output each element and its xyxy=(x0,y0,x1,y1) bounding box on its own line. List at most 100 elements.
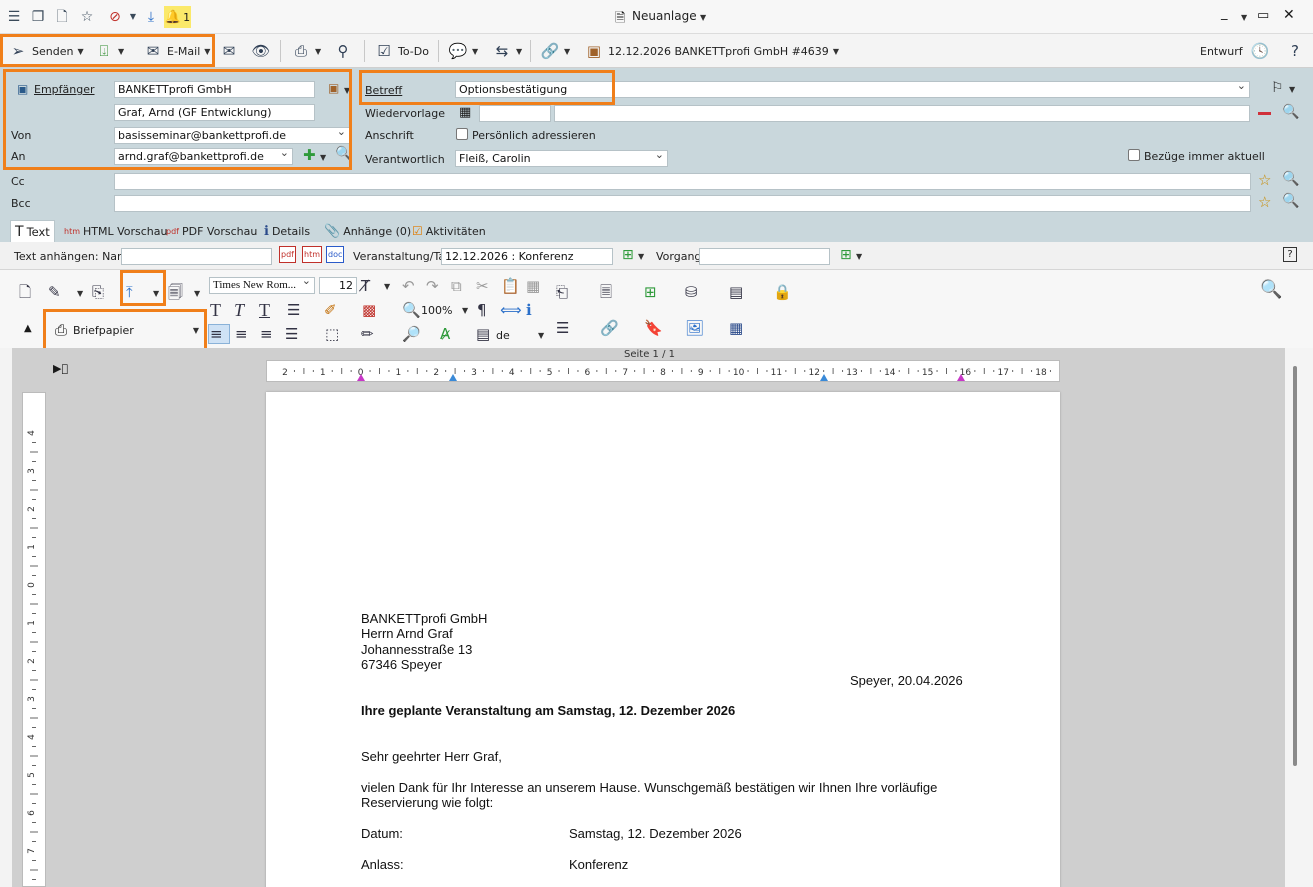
contact-card-icon[interactable]: ▣ xyxy=(17,82,28,96)
followup-note-field[interactable] xyxy=(554,105,1250,122)
to-select[interactable]: arnd.graf@bankettprofi.de xyxy=(114,148,293,165)
highlight-icon[interactable]: ✐ xyxy=(324,300,337,320)
preview-button[interactable]: 👁 xyxy=(251,39,271,63)
format-brush-icon[interactable]: ✏ xyxy=(361,324,374,344)
vertical-ruler[interactable]: 4 3 2 1 0 1 2 3 4 5 6 7 xyxy=(22,392,46,887)
justify-icon[interactable]: ☰ xyxy=(285,324,298,344)
add-grid-icon[interactable]: ⊞ xyxy=(622,247,634,263)
border-icon[interactable]: ⬚ xyxy=(325,324,339,344)
help-button[interactable]: ? xyxy=(1285,39,1305,63)
chevron-down-icon[interactable]: ▼ xyxy=(124,8,142,26)
zoom-value[interactable]: 100% xyxy=(421,304,452,317)
compass-icon[interactable]: ⊘ xyxy=(106,8,124,26)
bcc-field[interactable] xyxy=(114,195,1251,212)
letterhead-select[interactable]: ⎙ Briefpapier ▼ xyxy=(47,315,205,345)
recipient-label[interactable]: Empfänger xyxy=(34,83,95,96)
chevron-down-icon[interactable]: ▼ xyxy=(638,252,644,261)
chevron-down-icon[interactable]: ▼ xyxy=(462,306,468,315)
chevron-down-icon[interactable]: ▼ xyxy=(1289,85,1295,94)
save-button[interactable]: ⍗ ▼ xyxy=(94,39,124,63)
underline-icon[interactable]: T xyxy=(259,300,270,320)
find-icon[interactable]: 🔎 xyxy=(402,324,421,344)
responsible-select[interactable]: Fleiß, Carolin xyxy=(455,150,668,167)
calendar-icon[interactable]: ▦ xyxy=(459,105,471,120)
table-icon[interactable]: ▦ xyxy=(729,318,743,338)
tab-activities[interactable]: ☑ Aktivitäten xyxy=(408,220,490,242)
hyperlink-icon[interactable]: 🔗 xyxy=(600,318,619,338)
todo-button[interactable]: ☑ To-Do xyxy=(374,39,429,63)
new-document-icon[interactable]: 🗋 xyxy=(19,282,31,302)
html-icon[interactable]: htm xyxy=(302,246,322,263)
info-icon[interactable]: ℹ xyxy=(526,300,532,320)
font-size-field[interactable]: 12 xyxy=(319,277,357,294)
restore-icon[interactable]: ▭ xyxy=(1257,8,1269,23)
tab-pdf-preview[interactable]: pdf PDF Vorschau xyxy=(162,220,261,242)
cc-field[interactable] xyxy=(114,173,1251,190)
attach-name-field[interactable] xyxy=(121,248,272,265)
schedule-button[interactable]: 🕓 xyxy=(1250,39,1270,63)
select-all-icon[interactable]: ▦ xyxy=(526,276,540,296)
download-icon[interactable]: ⤓ xyxy=(142,8,160,26)
paste-icon[interactable]: 📋 xyxy=(501,276,520,296)
title-dropdown-icon[interactable]: ▼ xyxy=(700,13,706,22)
personal-checkbox[interactable] xyxy=(456,128,468,140)
bookmark-icon[interactable]: 🔖 xyxy=(644,318,663,338)
document-page[interactable]: BANKETTprofi GmbH Herrn Arnd Graf Johann… xyxy=(266,392,1060,887)
recent-doc-icon[interactable]: 🗋 xyxy=(53,8,71,26)
chevron-down-icon[interactable]: ▼ xyxy=(153,289,159,298)
forward-button[interactable]: ⇆ ▼ xyxy=(492,39,522,63)
color-icon[interactable]: ▩ xyxy=(362,300,376,320)
import-icon[interactable]: ⎘ xyxy=(92,282,104,302)
event-field[interactable]: 12.12.2026 : Konferenz xyxy=(441,248,613,265)
list-table-icon[interactable]: ▤ xyxy=(729,282,743,302)
link-button[interactable]: 🔗 ▼ xyxy=(540,39,571,63)
chevron-down-icon[interactable]: ▼ xyxy=(344,86,350,95)
font-name-select[interactable]: Times New Rom... xyxy=(209,277,315,294)
remove-icon[interactable] xyxy=(1258,112,1271,115)
chevron-down-icon[interactable]: ▼ xyxy=(384,282,390,291)
followup-date-field[interactable] xyxy=(479,105,551,122)
subject-field[interactable]: Optionsbestätigung xyxy=(455,81,1250,98)
favorites-icon[interactable]: ☆ xyxy=(78,8,96,26)
comment-button[interactable]: 💬 ▼ xyxy=(448,39,479,63)
from-select[interactable]: basisseminar@bankettprofi.de xyxy=(114,127,350,144)
windows-icon[interactable]: ❐ xyxy=(29,8,47,26)
flag-icon[interactable]: ⚐ xyxy=(1271,80,1284,96)
star-icon[interactable]: ☆ xyxy=(1258,193,1271,211)
edit-document-icon[interactable]: ✎ xyxy=(48,282,61,302)
collapse-icon[interactable]: ▲ xyxy=(24,323,32,334)
chevron-down-icon[interactable]: ▼ xyxy=(538,331,544,340)
recipient-person-field[interactable]: Graf, Arnd (GF Entwicklung) xyxy=(114,104,315,121)
tab-details[interactable]: ℹ Details xyxy=(260,220,314,242)
send-button[interactable]: ➢ Senden ▼ xyxy=(8,39,84,63)
notification-bell[interactable]: 🔔 1 xyxy=(164,6,191,28)
align-center-icon[interactable]: ≡ xyxy=(235,324,248,344)
copy-icon[interactable]: ⧉ xyxy=(451,276,462,296)
star-icon[interactable]: ☆ xyxy=(1258,171,1271,189)
spellcheck-icon[interactable]: A̷ xyxy=(440,324,450,344)
chevron-down-icon[interactable]: ▼ xyxy=(77,289,83,298)
spacing-icon[interactable]: ☰ xyxy=(287,300,300,320)
search-icon[interactable]: 🔍 xyxy=(1282,171,1299,187)
menu-icon[interactable]: ☰ xyxy=(5,8,23,26)
horizontal-ruler[interactable]: 2 1 0 1 2 3 4 5 6 7 8 9 10 11 12 13 14 15 16 17 18 xyxy=(266,360,1070,382)
search-icon[interactable]: 🔍 xyxy=(335,146,352,162)
undo-icon[interactable]: ↶ xyxy=(402,276,415,296)
page-layout-icon[interactable]: 🗏 xyxy=(600,282,612,302)
users-button[interactable]: ⚲ xyxy=(333,39,353,63)
close-icon[interactable]: ✕ xyxy=(1283,7,1295,23)
database-icon[interactable]: ⛁ xyxy=(685,282,698,302)
help-icon[interactable]: ? xyxy=(1283,247,1297,262)
image-icon[interactable]: 🖼 xyxy=(685,318,704,338)
scroll-thumb[interactable] xyxy=(1293,366,1297,766)
process-field[interactable] xyxy=(699,248,830,265)
vertical-scrollbar[interactable] xyxy=(1285,348,1313,887)
header-icon[interactable]: ⎗ xyxy=(556,282,568,302)
chevron-down-icon[interactable]: ▼ xyxy=(856,252,862,261)
upload-icon[interactable]: ⤒ xyxy=(126,282,133,302)
recipient-company-field[interactable]: BANKETTprofi GmbH xyxy=(114,81,315,98)
language-icon[interactable]: ▤ xyxy=(476,324,490,344)
cut-icon[interactable]: ✂ xyxy=(476,276,489,296)
search-icon[interactable]: 🔍 xyxy=(1282,193,1299,209)
page-width-icon[interactable]: ⟺ xyxy=(500,300,522,320)
